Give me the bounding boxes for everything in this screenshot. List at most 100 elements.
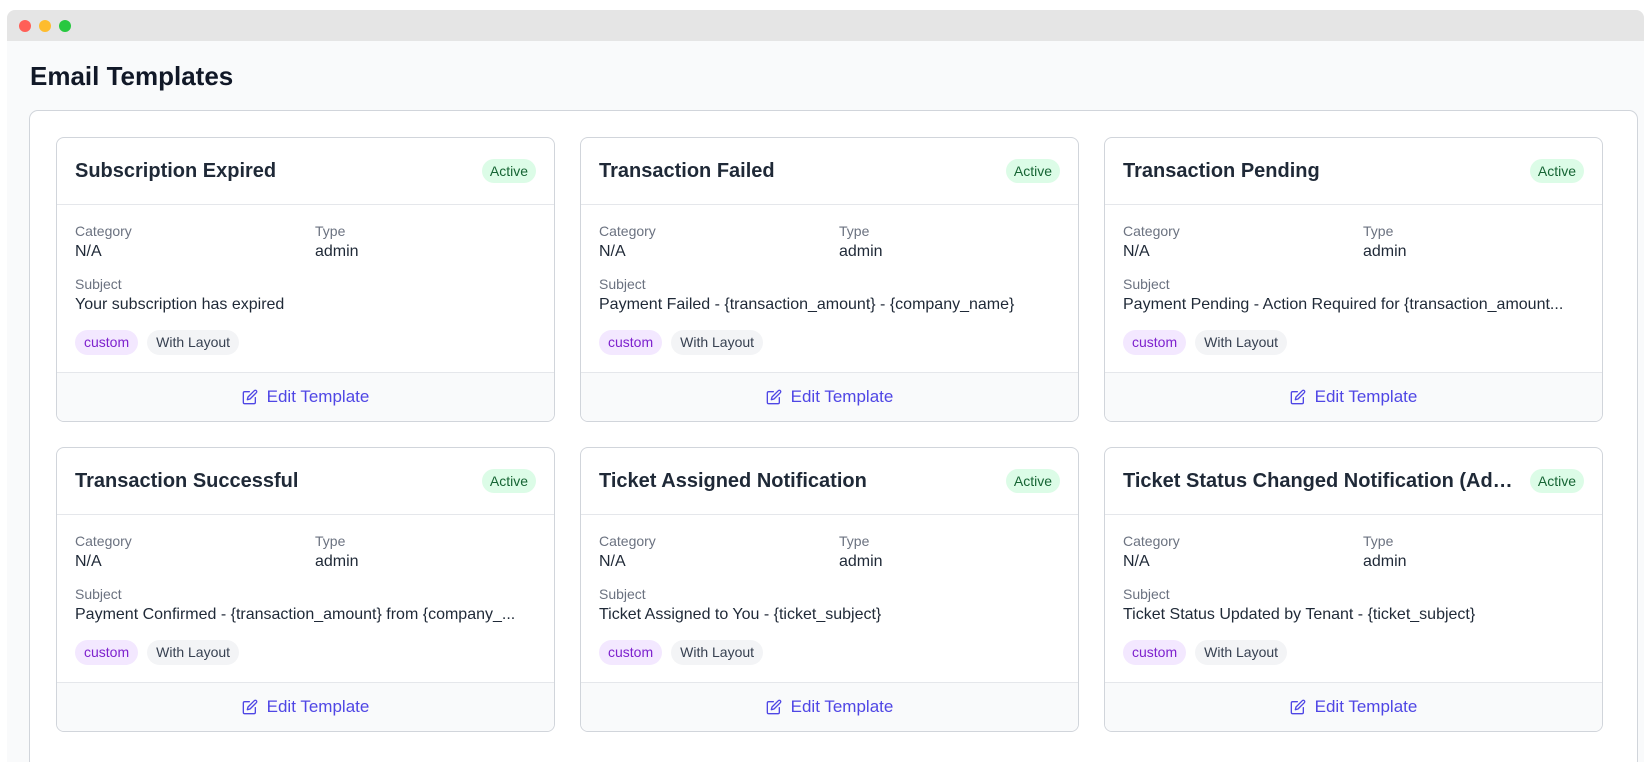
subject-field: Subject Payment Confirmed - {transaction… [75, 586, 536, 626]
tag-list: custom With Layout [1123, 330, 1584, 355]
subject-label: Subject [75, 276, 122, 292]
meta-row: Category N/A Type admin [1123, 223, 1584, 263]
category-label: Category [1123, 533, 1180, 549]
template-card: Transaction Pending Active Category N/A … [1104, 137, 1603, 422]
edit-icon [1290, 389, 1306, 405]
tag-list: custom With Layout [599, 640, 1060, 665]
edit-template-button[interactable]: Edit Template [581, 372, 1078, 421]
tag-list: custom With Layout [1123, 640, 1584, 665]
meta-row: Category N/A Type admin [75, 223, 536, 263]
maximize-window-button[interactable] [59, 19, 71, 32]
tag-custom: custom [1123, 330, 1187, 355]
meta-row: Category N/A Type admin [599, 223, 1060, 263]
subject-field: Subject Ticket Status Updated by Tenant … [1123, 586, 1584, 626]
type-field: Type admin [1363, 533, 1584, 573]
meta-row: Category N/A Type admin [599, 533, 1060, 573]
card-header: Ticket Status Changed Notification (Adm.… [1105, 448, 1602, 515]
subject-label: Subject [1123, 586, 1170, 602]
card-body: Category N/A Type admin Subject Payment … [1105, 205, 1602, 373]
status-badge: Active [1005, 469, 1060, 493]
subject-value: Payment Confirmed - {transaction_amount}… [75, 606, 516, 623]
tag-custom: custom [1123, 640, 1187, 665]
edit-template-button[interactable]: Edit Template [57, 372, 554, 421]
type-label: Type [839, 223, 870, 239]
category-label: Category [75, 223, 132, 239]
card-body: Category N/A Type admin Subject Ticket S… [1105, 515, 1602, 683]
tag-with-layout: With Layout [671, 640, 764, 665]
template-name: Subscription Expired [75, 159, 277, 182]
subject-value: Payment Failed - {transaction_amount} - … [599, 296, 1015, 313]
type-value: admin [1363, 243, 1407, 260]
tag-custom: custom [599, 330, 663, 355]
category-field: Category N/A [599, 533, 839, 573]
card-header: Transaction Successful Active [57, 448, 554, 515]
edit-icon [766, 389, 782, 405]
category-value: N/A [75, 243, 102, 260]
template-card: Subscription Expired Active Category N/A… [56, 137, 555, 422]
type-field: Type admin [1363, 223, 1584, 263]
status-badge: Active [1529, 469, 1584, 493]
category-value: N/A [1123, 553, 1150, 570]
type-label: Type [315, 223, 346, 239]
subject-label: Subject [599, 276, 646, 292]
tag-with-layout: With Layout [147, 640, 240, 665]
category-label: Category [599, 223, 656, 239]
close-window-button[interactable] [19, 19, 31, 32]
subject-value: Your subscription has expired [75, 296, 285, 313]
tag-with-layout: With Layout [671, 330, 764, 355]
edit-template-label: Edit Template [266, 697, 370, 716]
edit-template-button[interactable]: Edit Template [581, 682, 1078, 731]
meta-row: Category N/A Type admin [75, 533, 536, 573]
subject-field: Subject Ticket Assigned to You - {ticket… [599, 586, 1060, 626]
edit-icon [1290, 699, 1306, 715]
edit-icon [242, 699, 258, 715]
subject-field: Subject Payment Pending - Action Require… [1123, 276, 1584, 316]
type-field: Type admin [839, 223, 1060, 263]
category-field: Category N/A [599, 223, 839, 263]
subject-value: Payment Pending - Action Required for {t… [1123, 296, 1564, 313]
tag-with-layout: With Layout [1195, 640, 1288, 665]
card-body: Category N/A Type admin Subject Ticket A… [581, 515, 1078, 683]
window-titlebar [7, 10, 1644, 41]
category-field: Category N/A [1123, 223, 1363, 263]
templates-grid: Subscription Expired Active Category N/A… [56, 137, 1603, 732]
card-header: Ticket Assigned Notification Active [581, 448, 1078, 515]
edit-template-label: Edit Template [790, 387, 894, 406]
tag-custom: custom [75, 330, 139, 355]
type-value: admin [839, 243, 883, 260]
category-value: N/A [1123, 243, 1150, 260]
templates-panel: Subscription Expired Active Category N/A… [29, 110, 1638, 762]
edit-icon [766, 699, 782, 715]
category-value: N/A [75, 553, 102, 570]
category-label: Category [1123, 223, 1180, 239]
type-field: Type admin [315, 533, 536, 573]
category-value: N/A [599, 553, 626, 570]
subject-label: Subject [1123, 276, 1170, 292]
edit-template-label: Edit Template [266, 387, 370, 406]
tag-list: custom With Layout [75, 640, 536, 665]
subject-value: Ticket Assigned to You - {ticket_subject… [599, 606, 882, 623]
card-header: Transaction Pending Active [1105, 138, 1602, 205]
minimize-window-button[interactable] [39, 19, 51, 32]
edit-template-button[interactable]: Edit Template [57, 682, 554, 731]
edit-icon [242, 389, 258, 405]
status-badge: Active [481, 159, 536, 183]
tag-custom: custom [599, 640, 663, 665]
type-field: Type admin [839, 533, 1060, 573]
type-label: Type [315, 533, 346, 549]
template-name: Ticket Status Changed Notification (Adm.… [1123, 469, 1523, 492]
template-name: Transaction Failed [599, 159, 775, 182]
template-card: Transaction Failed Active Category N/A T… [580, 137, 1079, 422]
tag-with-layout: With Layout [1195, 330, 1288, 355]
type-field: Type admin [315, 223, 536, 263]
template-name: Transaction Pending [1123, 159, 1320, 182]
category-label: Category [599, 533, 656, 549]
category-field: Category N/A [1123, 533, 1363, 573]
subject-field: Subject Payment Failed - {transaction_am… [599, 276, 1060, 316]
subject-label: Subject [75, 586, 122, 602]
edit-template-button[interactable]: Edit Template [1105, 682, 1602, 731]
app-window: Email Templates Subscription Expired Act… [7, 10, 1644, 762]
type-value: admin [839, 553, 883, 570]
category-field: Category N/A [75, 533, 315, 573]
edit-template-button[interactable]: Edit Template [1105, 372, 1602, 421]
